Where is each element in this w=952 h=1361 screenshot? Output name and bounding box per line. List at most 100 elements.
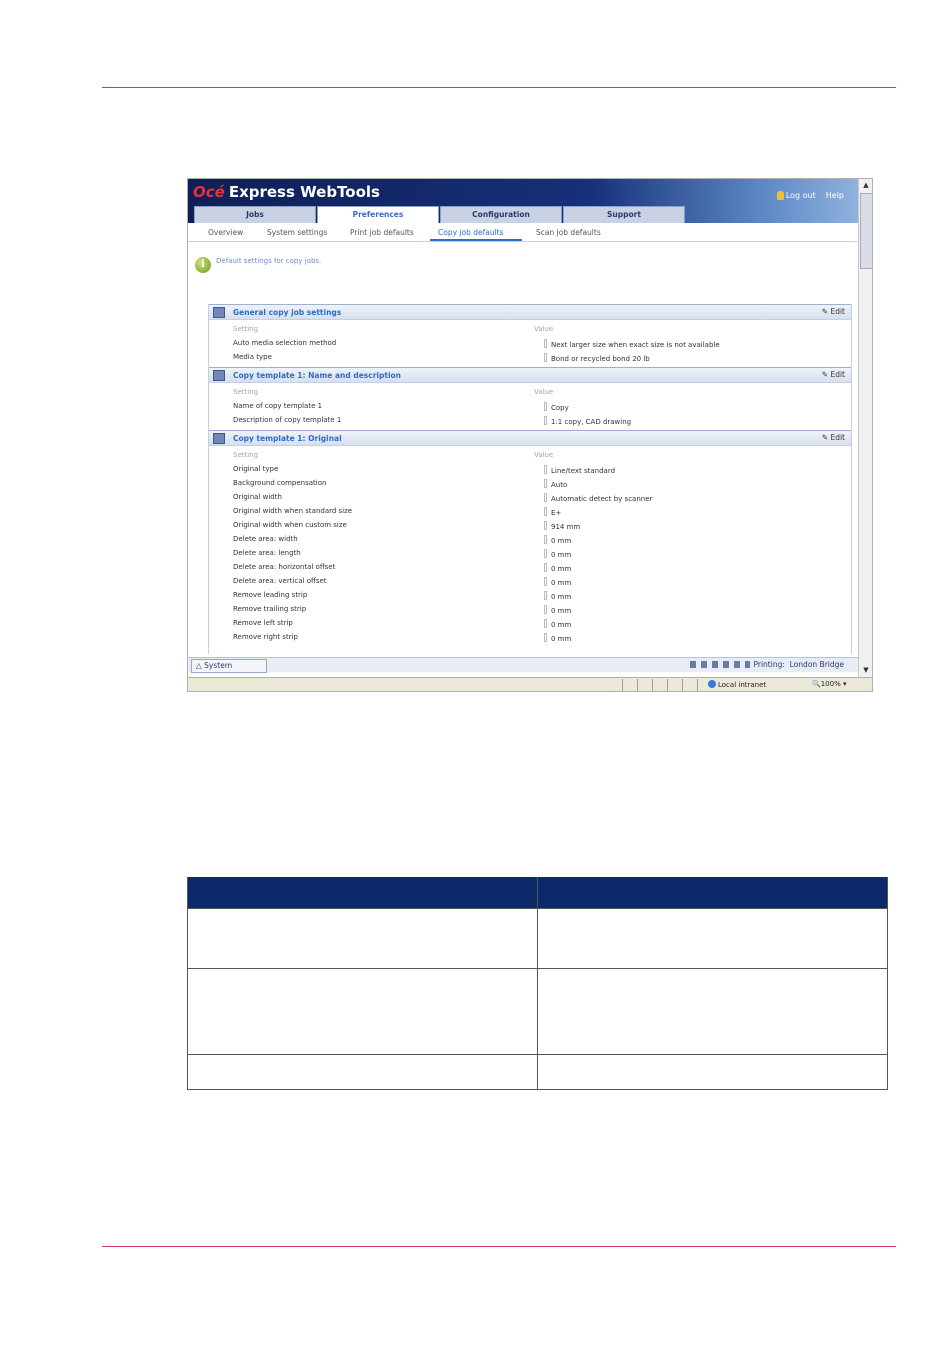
zoom-level: 100% [820, 680, 841, 688]
edit-button[interactable]: ✎ Edit [822, 433, 845, 442]
setting-name: Original width when custom size [233, 521, 347, 529]
status-cells [608, 679, 708, 691]
table-row: Remove right strip 0 mm [209, 630, 851, 644]
info-message: i Default settings for copy jobs. [195, 257, 321, 273]
edit-button[interactable]: ✎ Edit [822, 307, 845, 316]
table-row: Description of copy template 1 1:1 copy, … [209, 413, 851, 427]
setting-name: Delete area: horizontal offset [233, 563, 336, 571]
document-icon [213, 433, 225, 444]
tab-support[interactable]: Support [563, 206, 685, 224]
table-border [887, 877, 888, 1090]
setting-column-header: Setting [233, 388, 259, 396]
table-row: Delete area: length 0 mm [209, 546, 851, 560]
setting-value: 0 mm [544, 633, 571, 643]
app-banner: Océ Express WebTools Log out Help Jobs Pr… [188, 179, 858, 224]
scroll-up-icon[interactable]: ▲ [861, 180, 871, 190]
setting-value: 914 mm [544, 521, 580, 531]
setting-value: 0 mm [544, 619, 571, 629]
tab-preferences[interactable]: Preferences [317, 206, 439, 224]
section-title: General copy job settings [233, 308, 342, 317]
active-subtab-underline [430, 239, 522, 241]
setting-value: 0 mm [544, 549, 571, 559]
table-column-divider [537, 877, 538, 1090]
subtab-scan-job-defaults[interactable]: Scan job defaults [536, 228, 601, 237]
tab-jobs[interactable]: Jobs [194, 206, 316, 224]
system-tab[interactable]: △ System [191, 659, 267, 673]
scroll-thumb[interactable] [860, 193, 872, 269]
section-title: Copy template 1: Name and description [233, 371, 402, 380]
table-row: Media type Bond or recycled bond 20 lb [209, 350, 851, 364]
subtab-system-settings[interactable]: System settings [267, 228, 327, 237]
setting-column-header: Setting [233, 451, 259, 459]
setting-value: Next larger size when exact size is not … [544, 339, 720, 349]
setting-value: 0 mm [544, 605, 571, 615]
logout-label: Log out [785, 191, 816, 200]
setting-value: 1:1 copy, CAD drawing [544, 416, 631, 426]
setting-value: Line/text standard [544, 465, 615, 475]
vertical-scrollbar[interactable]: ▲ ▼ [858, 179, 872, 677]
table-row: Original width when custom size 914 mm [209, 518, 851, 532]
table-row: Delete area: horizontal offset 0 mm [209, 560, 851, 574]
section-header: General copy job settings ✎ Edit [209, 304, 851, 320]
setting-name: Background compensation [233, 479, 327, 487]
zoom-control[interactable]: 🔍100% ▾ [812, 680, 846, 688]
security-zone: Local intranet [708, 680, 766, 689]
setting-value: 0 mm [544, 563, 571, 573]
setting-name: Original width [233, 493, 282, 501]
setting-name: Delete area: length [233, 549, 301, 557]
app-title: Express WebTools [228, 183, 380, 201]
setting-name: Original type [233, 465, 279, 473]
setting-name: Media type [233, 353, 272, 361]
setting-value: Automatic detect by scanner [544, 493, 652, 503]
printing-status: Printing: London Bridge [689, 660, 844, 669]
settings-sections: General copy job settings ✎ Edit Setting… [208, 304, 852, 654]
setting-name: Description of copy template 1 [233, 416, 342, 424]
setting-name: Remove left strip [233, 619, 293, 627]
status-icons [689, 661, 750, 668]
setting-name: Remove right strip [233, 633, 298, 641]
printer-name: London Bridge [789, 660, 844, 669]
table-row: Original width Automatic detect by scanne… [209, 490, 851, 504]
info-text: Default settings for copy jobs. [216, 257, 322, 265]
browser-status-bar: Local intranet 🔍100% ▾ [188, 677, 872, 691]
column-header-row: Setting Value [209, 448, 851, 462]
system-tab-label: System [204, 661, 233, 670]
table-row: Remove trailing strip 0 mm [209, 602, 851, 616]
settings-icon [213, 307, 225, 318]
setting-name: Name of copy template 1 [233, 402, 323, 410]
edit-label: Edit [830, 433, 845, 442]
value-column-header: Value [534, 325, 554, 333]
section-copy-template-original: Copy template 1: Original ✎ Edit Setting… [209, 430, 851, 647]
table-row: Remove leading strip 0 mm [209, 588, 851, 602]
table-row: Original width when standard size E+ [209, 504, 851, 518]
subtab-overview[interactable]: Overview [208, 228, 243, 237]
table-border [187, 877, 188, 1090]
printing-label: Printing: [753, 660, 785, 669]
help-link[interactable]: Help [826, 191, 844, 200]
user-icon [776, 191, 784, 200]
sub-tabs: Overview System settings Print job defau… [188, 223, 858, 242]
setting-value: Auto [544, 479, 567, 489]
setting-name: Remove leading strip [233, 591, 308, 599]
edit-button[interactable]: ✎ Edit [822, 370, 845, 379]
section-header: Copy template 1: Name and description ✎ … [209, 367, 851, 383]
top-links: Log out Help [776, 191, 844, 200]
template-icon [213, 370, 225, 381]
scroll-down-icon[interactable]: ▼ [861, 665, 871, 675]
setting-value: Bond or recycled bond 20 lb [544, 353, 650, 363]
main-tabs: Jobs Preferences Configuration Support [194, 206, 686, 224]
subtab-copy-job-defaults[interactable]: Copy job defaults [438, 228, 504, 237]
section-title: Copy template 1: Original [233, 434, 342, 443]
bottom-page-rule [102, 1246, 896, 1247]
empty-table [187, 877, 888, 1090]
tab-configuration[interactable]: Configuration [440, 206, 562, 224]
section-header: Copy template 1: Original ✎ Edit [209, 430, 851, 446]
globe-icon [708, 680, 716, 688]
table-row: Original type Line/text standard [209, 462, 851, 476]
logout-link[interactable]: Log out [776, 191, 816, 200]
table-row: Remove left strip 0 mm [209, 616, 851, 630]
table-row: Auto media selection method Next larger s… [209, 336, 851, 350]
setting-name: Remove trailing strip [233, 605, 307, 613]
setting-column-header: Setting [233, 325, 259, 333]
subtab-print-job-defaults[interactable]: Print job defaults [350, 228, 414, 237]
